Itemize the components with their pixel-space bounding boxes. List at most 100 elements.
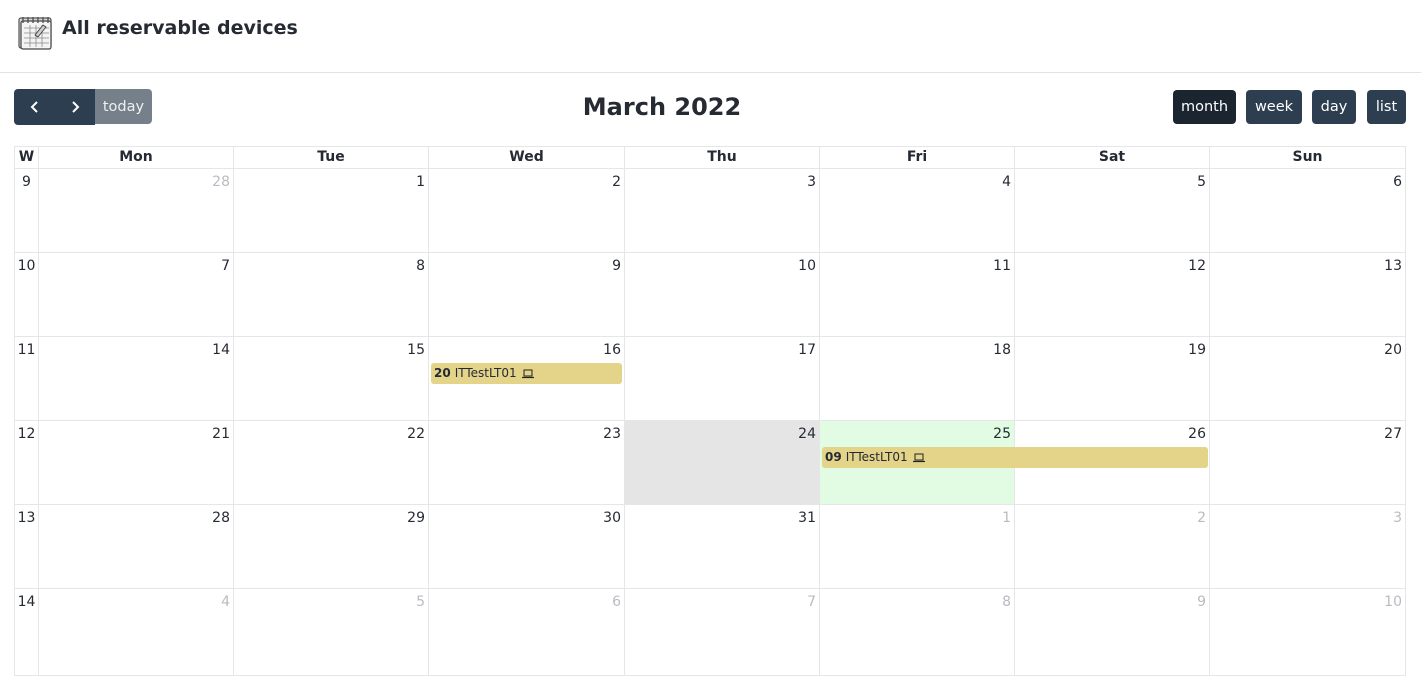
day-number[interactable]: 25: [993, 426, 1011, 443]
day-number[interactable]: 2: [612, 174, 621, 191]
calendar-event[interactable]: 09 ITTestLT01: [822, 447, 1208, 468]
day-cell[interactable]: 3: [1210, 505, 1405, 588]
day-number[interactable]: 19: [1188, 342, 1206, 359]
day-number[interactable]: 18: [993, 342, 1011, 359]
day-cell[interactable]: 10: [625, 253, 820, 336]
week-number[interactable]: 14: [15, 589, 39, 675]
day-cell[interactable]: 28: [39, 505, 234, 588]
day-cell[interactable]: 8: [820, 589, 1015, 675]
day-number[interactable]: 14: [212, 342, 230, 359]
day-cell[interactable]: 12: [1015, 253, 1210, 336]
day-cell[interactable]: 6: [429, 589, 625, 675]
day-cell-today[interactable]: 24: [625, 421, 820, 504]
day-number[interactable]: 10: [1384, 594, 1402, 611]
day-cell[interactable]: 22: [234, 421, 429, 504]
day-number[interactable]: 13: [1384, 258, 1402, 275]
day-cell[interactable]: 15: [234, 337, 429, 420]
day-number[interactable]: 22: [407, 426, 425, 443]
calendar-event[interactable]: 20 ITTestLT01: [431, 363, 622, 384]
day-number[interactable]: 9: [1197, 594, 1206, 611]
day-number[interactable]: 28: [212, 174, 230, 191]
day-header-sun: Sun: [1210, 147, 1405, 169]
day-cell[interactable]: 6: [1210, 169, 1405, 252]
day-cell[interactable]: 7: [625, 589, 820, 675]
day-cell[interactable]: 17: [625, 337, 820, 420]
day-number[interactable]: 21: [212, 426, 230, 443]
day-cell[interactable]: 31: [625, 505, 820, 588]
week-number[interactable]: 11: [15, 337, 39, 420]
day-cell[interactable]: 18: [820, 337, 1015, 420]
week-number-header: W: [15, 147, 39, 169]
week-number[interactable]: 10: [15, 253, 39, 336]
day-number[interactable]: 1: [416, 174, 425, 191]
view-list-button[interactable]: list: [1367, 90, 1406, 124]
day-cell[interactable]: 5: [1015, 169, 1210, 252]
day-number[interactable]: 27: [1384, 426, 1402, 443]
day-number[interactable]: 24: [798, 426, 816, 443]
day-cell[interactable]: 4: [39, 589, 234, 675]
view-month-button[interactable]: month: [1173, 90, 1236, 124]
day-cell[interactable]: 29: [234, 505, 429, 588]
day-cell[interactable]: 10: [1210, 589, 1405, 675]
day-number[interactable]: 15: [407, 342, 425, 359]
day-number[interactable]: 10: [798, 258, 816, 275]
day-number[interactable]: 5: [416, 594, 425, 611]
day-cell[interactable]: 13: [1210, 253, 1405, 336]
day-cell[interactable]: 27: [1210, 421, 1405, 504]
day-number[interactable]: 28: [212, 510, 230, 527]
day-number[interactable]: 6: [1393, 174, 1402, 191]
day-cell[interactable]: 14: [39, 337, 234, 420]
day-number[interactable]: 8: [416, 258, 425, 275]
day-cell[interactable]: 30: [429, 505, 625, 588]
week-row: 11 14 15 16 17 18 19 20 20 ITTestLT01: [15, 337, 1405, 421]
day-number[interactable]: 20: [1384, 342, 1402, 359]
day-cell[interactable]: 20: [1210, 337, 1405, 420]
day-number[interactable]: 23: [603, 426, 621, 443]
day-number[interactable]: 5: [1197, 174, 1206, 191]
day-cell[interactable]: 9: [1015, 589, 1210, 675]
day-cell[interactable]: 2: [1015, 505, 1210, 588]
week-number[interactable]: 13: [15, 505, 39, 588]
day-number[interactable]: 29: [407, 510, 425, 527]
view-week-button[interactable]: week: [1246, 90, 1302, 124]
day-cell[interactable]: 5: [234, 589, 429, 675]
day-number[interactable]: 4: [1002, 174, 1011, 191]
event-title: ITTestLT01: [845, 450, 908, 464]
day-cell[interactable]: 21: [39, 421, 234, 504]
day-number[interactable]: 7: [807, 594, 816, 611]
day-cell[interactable]: 11: [820, 253, 1015, 336]
day-number[interactable]: 3: [1393, 510, 1402, 527]
day-number[interactable]: 11: [993, 258, 1011, 275]
page-header: All reservable devices: [0, 0, 1421, 73]
day-number[interactable]: 31: [798, 510, 816, 527]
day-number[interactable]: 7: [221, 258, 230, 275]
day-number[interactable]: 26: [1188, 426, 1206, 443]
day-cell[interactable]: 9: [429, 253, 625, 336]
week-number[interactable]: 9: [15, 169, 39, 252]
day-cell[interactable]: 1: [820, 505, 1015, 588]
calendar-toolbar: today March 2022 month week day list: [14, 89, 1406, 125]
day-cell[interactable]: 8: [234, 253, 429, 336]
day-number[interactable]: 9: [612, 258, 621, 275]
day-cell[interactable]: 4: [820, 169, 1015, 252]
day-cell[interactable]: 23: [429, 421, 625, 504]
day-cell[interactable]: 28: [39, 169, 234, 252]
day-number[interactable]: 30: [603, 510, 621, 527]
day-number[interactable]: 1: [1002, 510, 1011, 527]
day-number[interactable]: 16: [603, 342, 621, 359]
day-cell[interactable]: 3: [625, 169, 820, 252]
week-row: 9 28 1 2 3 4 5 6: [15, 169, 1405, 253]
day-number[interactable]: 4: [221, 594, 230, 611]
day-number[interactable]: 3: [807, 174, 816, 191]
day-cell[interactable]: 1: [234, 169, 429, 252]
day-number[interactable]: 8: [1002, 594, 1011, 611]
view-day-button[interactable]: day: [1312, 90, 1356, 124]
day-number[interactable]: 2: [1197, 510, 1206, 527]
day-cell[interactable]: 19: [1015, 337, 1210, 420]
day-number[interactable]: 6: [612, 594, 621, 611]
day-number[interactable]: 12: [1188, 258, 1206, 275]
day-cell[interactable]: 2: [429, 169, 625, 252]
day-number[interactable]: 17: [798, 342, 816, 359]
day-cell[interactable]: 7: [39, 253, 234, 336]
week-number[interactable]: 12: [15, 421, 39, 504]
